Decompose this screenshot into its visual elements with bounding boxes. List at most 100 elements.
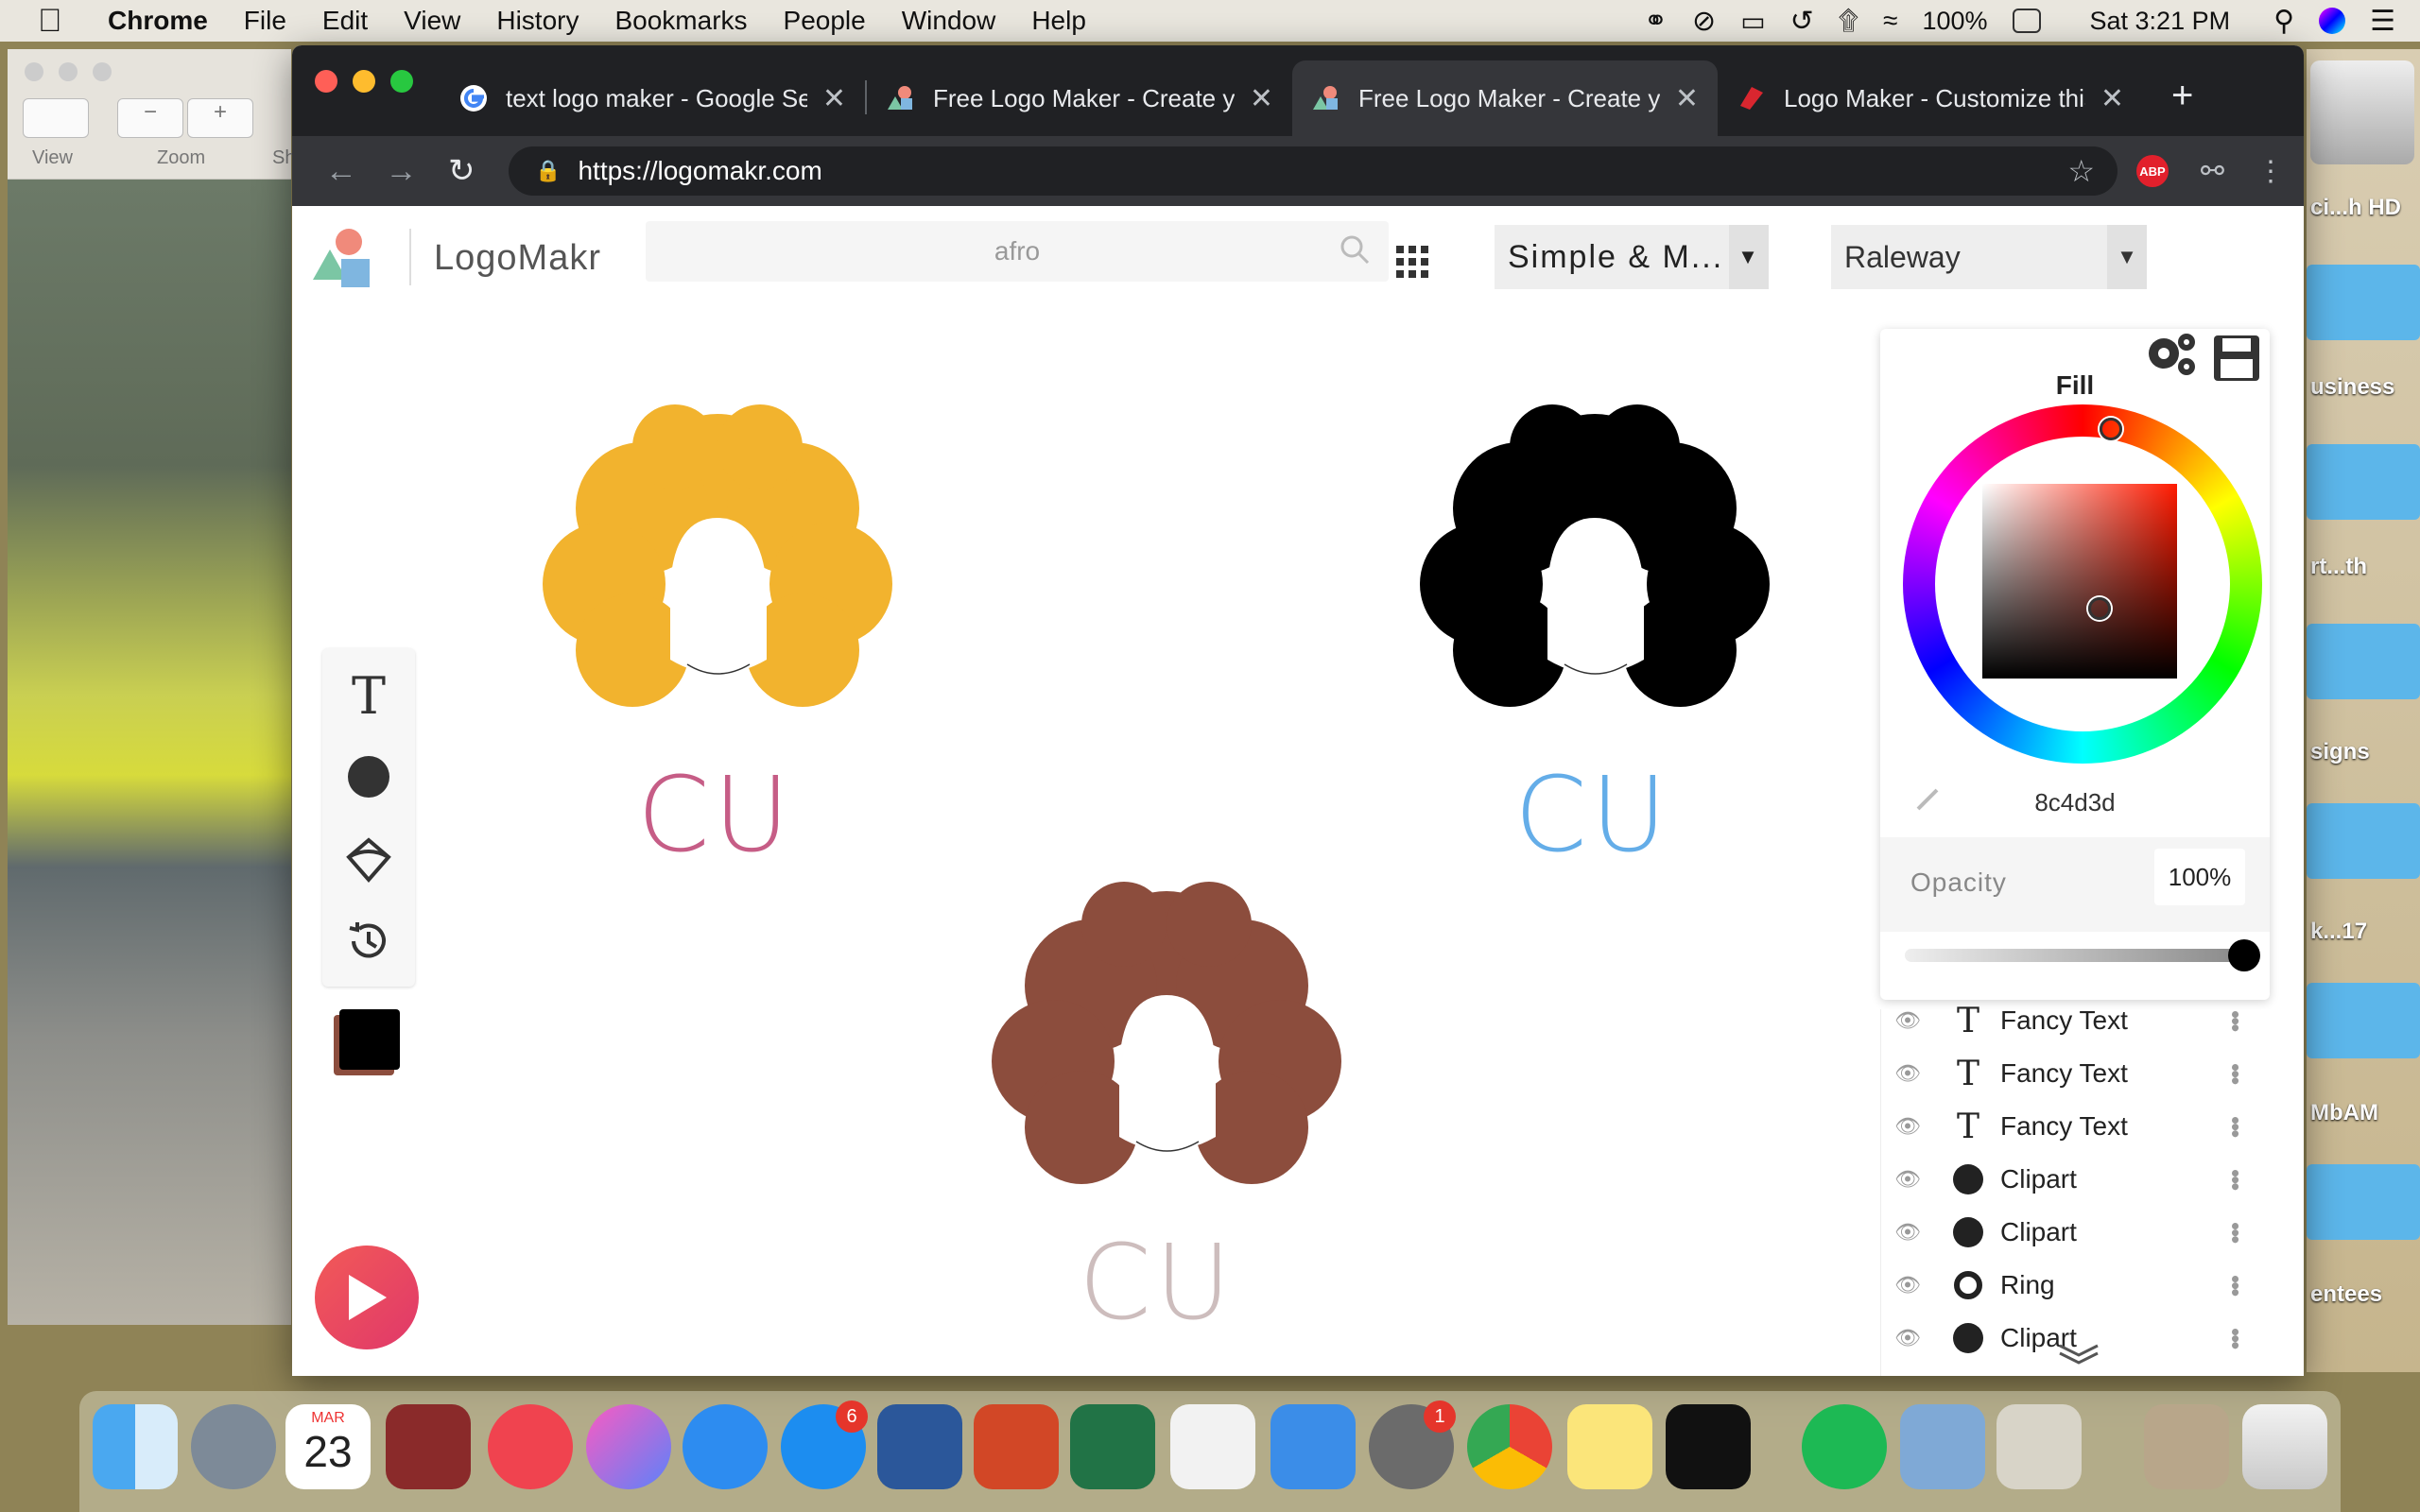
numbers-icon[interactable] [1170,1404,1255,1489]
menu-help[interactable]: Help [1031,6,1086,36]
adblock-plus-icon[interactable]: ABP [2136,155,2169,187]
menu-bookmarks[interactable]: Bookmarks [614,6,747,36]
layer-item[interactable]: 👁 Clipart ••• [1881,1153,2271,1206]
layer-item[interactable]: 👁 T Fancy Text ••• [1881,1100,2271,1153]
reload-icon[interactable]: ↻ [431,152,492,190]
menu-window[interactable]: Window [902,6,996,36]
spotlight-icon[interactable]: ⚲ [2273,5,2294,38]
layers-stack-icon[interactable] [2050,1331,2107,1368]
apple-icon[interactable]:  [38,3,76,40]
siri-icon[interactable] [2319,8,2346,34]
new-tab-button[interactable]: + [2171,75,2193,117]
eye-icon[interactable]: 👁 [1894,1326,1927,1350]
forward-icon[interactable]: → [372,153,432,190]
afro-clipart-black[interactable] [1396,404,1793,735]
more-options-icon[interactable]: ••• [2221,1116,2250,1136]
hard-drive-icon[interactable] [2310,60,2414,164]
clipart-tool[interactable] [322,822,415,898]
menu-edit[interactable]: Edit [322,6,368,36]
zoom-out-button[interactable]: − [117,98,183,138]
sync-icon[interactable]: ⊘ [1692,5,1716,38]
eye-icon[interactable]: 👁 [1894,1061,1927,1086]
airplay-icon[interactable]: ▭ [1740,6,1765,37]
menu-history[interactable]: History [496,6,579,36]
afro-clipart-yellow[interactable] [519,404,916,735]
back-icon[interactable]: ← [311,153,372,190]
tab-google-search[interactable]: text logo maker - Google Se ✕ [440,60,865,136]
folder-icon[interactable] [2307,265,2420,340]
logo-text-1[interactable]: CU [637,754,793,875]
more-options-icon[interactable]: ••• [2221,1169,2250,1189]
word-icon[interactable] [877,1404,962,1489]
battery-icon[interactable] [2012,9,2041,33]
address-bar[interactable]: 🔒 https://logomakr.com ☆ [509,146,2118,196]
close-tab-icon[interactable]: ✕ [1675,82,1699,115]
clock[interactable]: Sat 3:21 PM [2090,7,2231,36]
more-options-icon[interactable]: ••• [2221,1328,2250,1348]
desktop-label[interactable]: k...17 [2307,919,2420,945]
keynote-icon[interactable] [1270,1404,1356,1489]
lock-icon[interactable]: 🔒 [535,159,561,183]
terminal-icon[interactable] [1666,1404,1751,1489]
hex-value[interactable]: 8c4d3d [1880,788,2270,817]
tab-logomakr-2[interactable]: Free Logo Maker - Create yo ✕ [1292,60,1718,136]
text-tool[interactable]: T [322,658,415,733]
folder-icon[interactable] [2307,444,2420,520]
news-icon[interactable] [488,1404,573,1489]
itunes-icon[interactable] [586,1404,671,1489]
layer-item[interactable]: 👁 T Fancy Text ••• [1881,1047,2271,1100]
hue-handle[interactable] [2100,418,2122,440]
eye-icon[interactable]: 👁 [1894,1167,1927,1192]
safari-icon[interactable] [683,1404,768,1489]
more-options-icon[interactable]: ••• [2221,1222,2250,1242]
incognito-icon[interactable]: ⚯ [2201,155,2224,188]
battery-percent[interactable]: 100% [1922,7,1987,36]
font-dropdown[interactable]: Raleway ▼ [1831,225,2147,289]
chevron-down-icon[interactable]: ▼ [2107,225,2147,289]
spotify-icon[interactable] [1802,1404,1887,1489]
search-input[interactable]: afro [646,221,1389,282]
excel-icon[interactable] [1070,1404,1155,1489]
desktop-label[interactable]: usiness [2307,374,2420,401]
more-options-icon[interactable]: ••• [2221,1275,2250,1295]
close-tab-icon[interactable]: ✕ [822,82,846,115]
logomakr-brand[interactable]: LogoMakr [434,238,601,279]
close-tab-icon[interactable]: ✕ [2100,82,2124,115]
creative-cloud-icon[interactable]: ⚭ [1644,5,1668,38]
minimize-window-button[interactable] [353,70,375,93]
bluetooth-icon[interactable]: ۩ [1839,6,1858,37]
close-tab-icon[interactable]: ✕ [1250,82,1273,115]
menu-people[interactable]: People [784,6,866,36]
opacity-slider-handle[interactable] [2228,939,2260,971]
opacity-input[interactable]: 100% [2154,849,2245,905]
eye-icon[interactable]: 👁 [1894,1114,1927,1139]
zoom-in-button[interactable]: + [187,98,253,138]
logo-text-2[interactable]: CU [1514,754,1670,875]
folder-icon[interactable] [2307,803,2420,879]
font-style-dropdown[interactable]: Simple & M... ▼ [1495,225,1769,289]
shape-tool[interactable] [322,739,415,815]
downloads-stack-icon[interactable] [2144,1404,2229,1489]
maximize-window-button[interactable] [390,70,413,93]
menu-app-name[interactable]: Chrome [108,6,208,36]
logo-text-3[interactable]: CU [1079,1222,1235,1343]
layer-item[interactable]: 👁 Ring ••• [1881,1259,2271,1312]
opacity-slider[interactable] [1905,949,2241,962]
search-icon[interactable] [1340,234,1370,265]
grid-menu-icon[interactable] [1396,246,1428,278]
color-swatch[interactable] [339,1009,400,1070]
desktop-label[interactable]: rt...th [2307,554,2420,580]
tab-logo-maker[interactable]: Logo Maker - Customize this ✕ [1718,60,2143,136]
color-handle[interactable] [2088,597,2111,620]
notification-center-icon[interactable]: ☰ [2370,5,2395,38]
chrome-icon[interactable] [1467,1404,1552,1489]
desktop-label[interactable]: ci...h HD [2307,195,2420,221]
afro-clipart-brown[interactable] [968,882,1365,1212]
launchpad-icon[interactable] [191,1404,276,1489]
calendar-icon[interactable]: MAR 23 [285,1404,371,1489]
eye-icon[interactable]: 👁 [1894,1273,1927,1297]
url-text[interactable]: https://logomakr.com [578,156,821,186]
tab-logomakr-1[interactable]: Free Logo Maker - Create yo ✕ [867,60,1292,136]
chrome-menu-icon[interactable]: ⋮ [2256,155,2285,188]
play-button[interactable] [315,1246,419,1349]
